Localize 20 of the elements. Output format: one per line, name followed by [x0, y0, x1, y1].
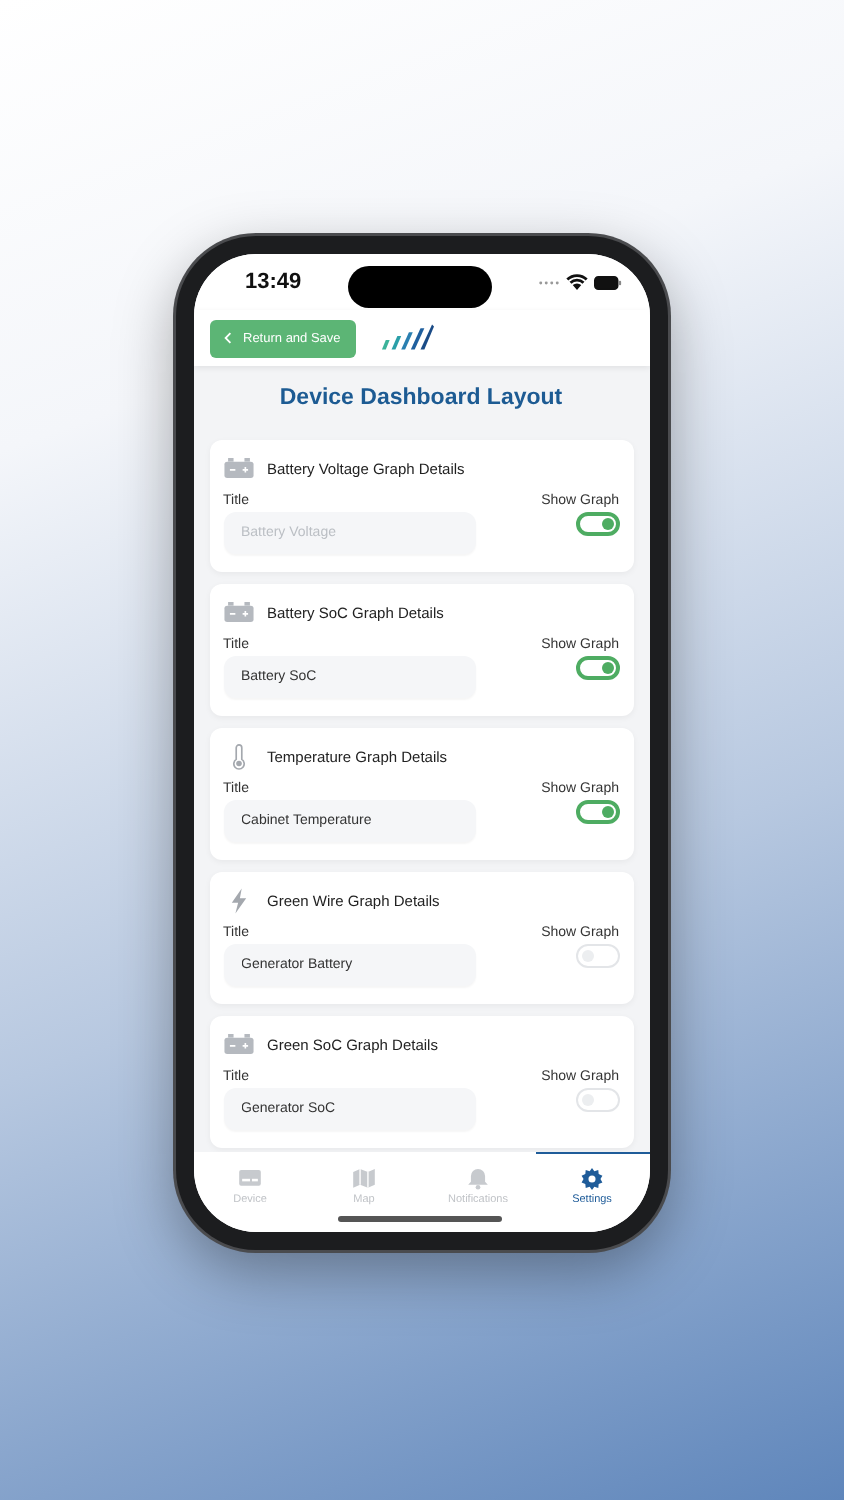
signal-dots-icon — [537, 279, 559, 285]
dynamic-island — [347, 266, 491, 308]
chevron-left-icon — [223, 332, 231, 344]
battery-icon — [593, 275, 621, 289]
logo-icon — [380, 324, 435, 352]
show-graph-toggle[interactable] — [575, 799, 619, 823]
battery-icon — [223, 1034, 253, 1054]
battery-icon — [223, 602, 253, 622]
status-time: 13:49 — [245, 270, 302, 294]
battery-icon — [223, 458, 253, 478]
bell-icon — [466, 1168, 490, 1190]
settings-icon — [580, 1168, 604, 1190]
show-graph-toggle[interactable] — [575, 511, 619, 535]
device-icon — [238, 1168, 262, 1190]
map-icon — [352, 1168, 376, 1190]
thermometer-icon — [229, 743, 247, 769]
show-graph-toggle[interactable] — [575, 655, 619, 679]
page-title: Device Dashboard Layout — [277, 386, 565, 410]
lightning-icon — [229, 887, 247, 913]
wifi-icon — [565, 274, 587, 290]
